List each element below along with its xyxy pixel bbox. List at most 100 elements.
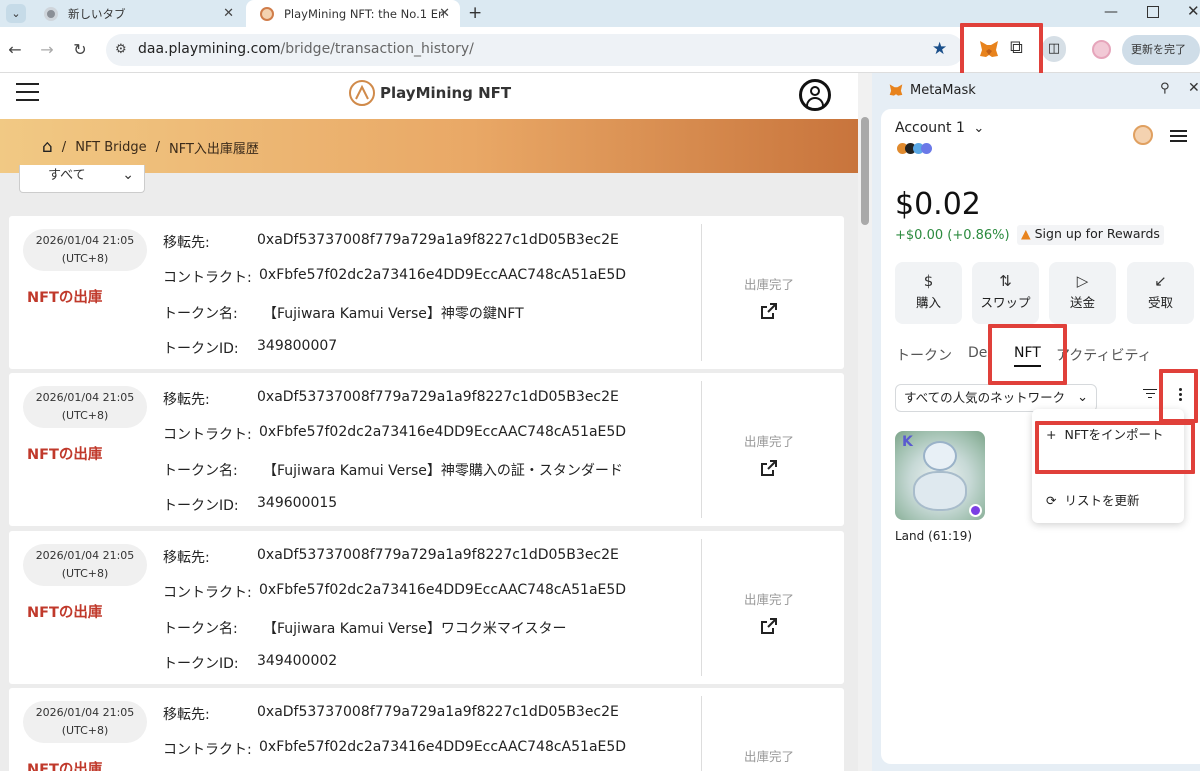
tx-kind: NFTの出庫 [27,762,103,771]
tx-to-address: 0xaDf53737008f779a729a1a9f8227c1dD05B3ec… [257,232,619,248]
tx-date: 2026/01/04 21:05 [35,549,135,562]
tx-timezone: (UTC+8) [61,409,109,422]
external-link-icon[interactable] [759,616,779,636]
divider [701,381,702,518]
reload-button[interactable]: ↻ [69,39,91,61]
minimize-button[interactable]: — [1104,4,1118,20]
sort-filter-icon[interactable] [1143,389,1157,398]
site-logo[interactable]: PlayMining NFT [348,79,511,107]
date-pill: 2026/01/04 21:05 (UTC+8) [23,229,147,271]
send-button[interactable]: ▷ 送金 [1049,262,1116,324]
account-avatar[interactable] [1133,125,1153,145]
metamask-titlebar: MetaMask ⚲ ✕ [872,73,1200,109]
label-contract: コントラクト: [163,742,252,758]
close-tab-icon[interactable]: ✕ [223,6,234,21]
balance-change: +$0.00 (+0.86%) [895,228,1010,243]
back-button[interactable]: ← [4,39,26,61]
receive-button[interactable]: ↙ 受取 [1127,262,1194,324]
highlight-nft-tab [988,324,1067,385]
tx-status: 出庫完了 [743,434,794,449]
tx-date: 2026/01/04 21:05 [35,706,135,719]
tx-kind: NFTの出庫 [27,290,103,306]
playmining-logo-icon [349,80,375,106]
forward-button[interactable]: → [36,39,58,61]
network-filter-value: すべての人気のネットワーク [904,390,1066,405]
tx-token-name: 【Fujiwara Kamui Verse】ワコク米マイスター [263,621,567,637]
tx-status: 出庫完了 [743,277,794,292]
network-icon [921,143,932,154]
refresh-icon: ⟳ [1046,493,1057,508]
breadcrumb-nft-bridge[interactable]: NFT Bridge [75,140,146,155]
user-account-icon[interactable] [799,79,831,111]
swap-arrows-icon: ⇅ [999,272,1012,290]
divider [701,696,702,771]
external-link-icon[interactable] [759,301,779,321]
buy-button[interactable]: $ 購入 [895,262,962,324]
tx-timezone: (UTC+8) [61,567,109,580]
nft-thumbnail[interactable]: K [895,431,985,520]
tab-new-tab[interactable]: 新しいタブ ✕ [30,0,244,27]
tx-contract-address: 0xFbfe57f02dc2a73416e4DD9EccAAC748cA51aE… [259,739,627,755]
tx-status: 出庫完了 [743,592,794,607]
refresh-list-item[interactable]: ⟳ リストを更新 [1046,490,1140,509]
chevron-down-icon: ⌄ [1077,390,1088,405]
tx-token-id: 349600015 [257,495,338,511]
rewards-label: Sign up for Rewards [1034,226,1160,241]
side-panel-icon[interactable]: ◫ [1042,36,1066,62]
tab-activity[interactable]: アクティビティ [1056,345,1152,365]
filter-value: すべて [48,168,86,183]
label-token-name: トークン名: [163,621,238,637]
tab-playmining[interactable]: PlayMining NFT: the No.1 Enter ✕ [246,0,460,27]
breadcrumb: ⌂ / NFT Bridge / NFT入出庫履歴 [42,137,259,157]
site-logo-text: PlayMining NFT [380,84,512,102]
hamburger-menu-icon[interactable] [16,83,39,101]
site-info-icon[interactable]: ⚙ [115,42,127,57]
profile-avatar[interactable] [1092,40,1111,59]
tx-token-name: 【Fujiwara Kamui Verse】神零の鍵NFT [263,306,524,322]
home-icon[interactable]: ⌂ [42,137,53,157]
account-selector[interactable]: Account 1 ⌄ [895,120,984,136]
transaction-card: 2026/01/04 21:05 (UTC+8) NFTの出庫 移転先: 0xaDf53… [9,373,844,526]
tx-to-address: 0xaDf53737008f779a729a1a9f8227c1dD05B3ec… [257,547,619,563]
update-button[interactable]: 更新を完了 [1122,35,1200,65]
filter-select[interactable]: すべて ⌄ [19,165,145,193]
label-contract: コントラクト: [163,270,252,286]
chevron-down-icon: ⌄ [973,121,985,136]
address-bar[interactable]: ⚙ daa.playmining.com/bridge/transaction_… [106,34,964,66]
divider [701,539,702,676]
tab-tokens[interactable]: トークン [896,345,952,365]
page-scrollbar[interactable] [858,73,872,771]
tab-defi[interactable]: De [968,345,987,361]
network-badge-icon [969,504,982,517]
network-filter-dropdown[interactable]: すべての人気のネットワーク ⌄ [895,384,1097,412]
label-to: 移転先: [163,392,210,408]
tx-contract-address: 0xFbfe57f02dc2a73416e4DD9EccAAC748cA51aE… [259,267,627,283]
metamask-title: MetaMask [910,83,976,98]
tab-title: PlayMining NFT: the No.1 Enter [284,6,444,21]
label-to: 移転先: [163,235,210,251]
dollar-icon: $ [923,272,934,290]
transaction-card: 2026/01/04 21:05 (UTC+8) NFTの出庫 移転先: 0xaDf53… [9,688,844,771]
tx-kind: NFTの出庫 [27,447,103,463]
scrollbar-thumb[interactable] [861,117,869,225]
pin-icon[interactable]: ⚲ [1160,81,1170,96]
maximize-button[interactable] [1147,6,1159,18]
network-badges[interactable] [897,143,932,154]
label-token-name: トークン名: [163,306,238,322]
label-token-id: トークンID: [163,341,239,357]
close-panel-icon[interactable]: ✕ [1188,80,1200,96]
tab-search-button[interactable]: ⌄ [6,4,26,23]
tx-token-id: 349800007 [257,338,338,354]
bookmark-star-icon[interactable]: ★ [932,39,947,59]
swap-button[interactable]: ⇅ スワップ [972,262,1039,324]
close-tab-icon[interactable]: ✕ [439,6,450,21]
external-link-icon[interactable] [759,458,779,478]
close-window-button[interactable]: ✕ [1187,2,1200,20]
menu-icon[interactable] [1170,130,1187,142]
breadcrumb-history: NFT入出庫履歴 [169,141,259,157]
rewards-badge[interactable]: ▲ Sign up for Rewards [1017,225,1164,245]
receive-arrow-icon: ↙ [1154,272,1167,290]
highlight-import-nft [1035,421,1195,474]
new-tab-button[interactable]: + [468,3,482,23]
tx-kind: NFTの出庫 [27,605,103,621]
